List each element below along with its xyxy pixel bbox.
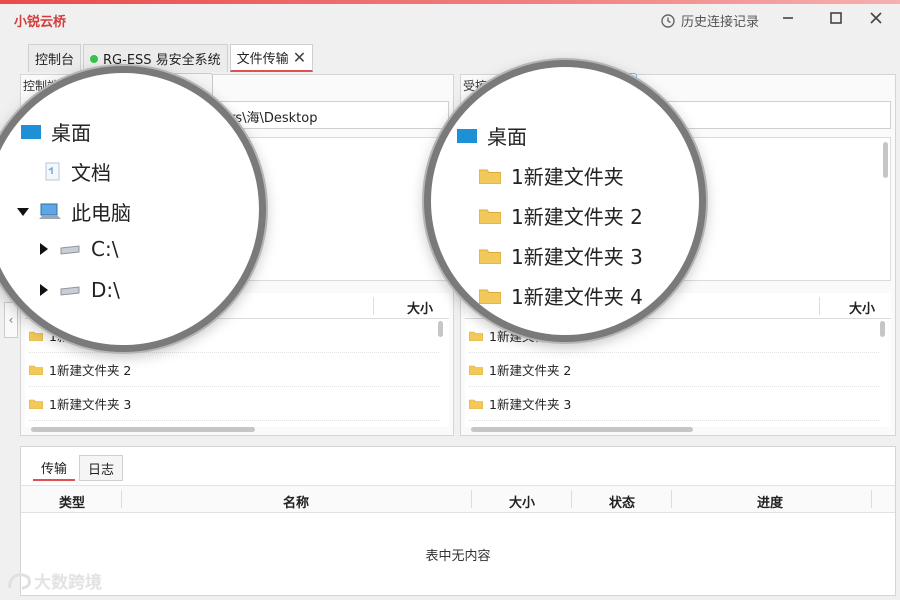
session-tabs: 控制台 RG-ESS 易安全系统 文件传输 ✕ [28,44,315,72]
history-icon [661,13,675,28]
tree-item-desktop[interactable]: 桌面 [457,121,527,150]
tree-item-label: 此电脑 [71,201,131,225]
close-icon [870,12,882,24]
tab-label: 传输 [41,461,68,477]
tab-label: 控制台 [35,53,75,68]
collapsed-triangle-icon [40,243,48,255]
folder-icon [479,289,501,304]
transfer-panel: 传输 日志 类型 名称 大小 状态 进度 表中无内容 [20,446,896,596]
close-button[interactable] [864,6,888,30]
history-label: 历史连接记录 [681,15,760,30]
column-progress[interactable]: 进度 [757,492,783,511]
tree-item-label: D:\ [91,278,120,302]
horizontal-scrollbar[interactable] [31,427,255,432]
column-divider [819,297,820,315]
desktop-icon [457,128,477,143]
tree-item-label: 文档 [71,161,111,185]
column-divider [671,490,672,508]
folder-icon [469,365,483,375]
list-item[interactable]: 1新建文件夹 2 [469,353,879,387]
watermark: 大数跨境 [6,568,102,593]
tab-log[interactable]: 日志 [79,455,124,481]
tab-label: 文件传输 [236,52,289,67]
column-divider [471,490,472,508]
tree-item-folder[interactable]: 1新建文件夹 4 [479,281,643,310]
tab-label: 日志 [88,462,115,478]
minimize-icon [783,17,793,19]
folder-icon [479,209,501,224]
vertical-scrollbar[interactable] [880,321,885,337]
tree-item-label: 桌面 [51,121,91,145]
tree-item-documents[interactable]: 文档 [43,157,111,186]
maximize-icon [830,12,842,24]
column-type[interactable]: 类型 [59,492,85,511]
collapsed-triangle-icon [40,284,48,296]
tree-item-folder[interactable]: 1新建文件夹 3 [479,241,643,270]
tree-item-desktop[interactable]: 桌面 [21,117,91,146]
folder-icon [469,399,483,409]
horizontal-scrollbar[interactable] [471,427,693,432]
folder-icon [29,365,43,375]
column-name[interactable]: 名称 [283,492,309,511]
tree-item-label: C:\ [91,237,119,261]
app-title: 小锐云桥 [14,15,67,30]
empty-table-message: 表中无内容 [425,549,491,564]
file-name: 1新建文件夹 3 [489,397,572,412]
file-name: 1新建文件夹 2 [49,363,132,378]
tree-item-folder[interactable]: 1新建文件夹 [479,161,624,190]
tree-item-label: 1新建文件夹 [511,165,624,189]
tree-item-label: 1新建文件夹 3 [511,245,643,269]
tree-item-folder[interactable]: 1新建文件夹 2 [479,201,643,230]
column-divider [871,490,872,508]
column-divider [373,297,374,315]
chevron-left-icon: ‹ [8,313,14,327]
file-name: 1新建文件夹 3 [49,397,132,412]
tab-transfer[interactable]: 传输 [33,455,76,481]
watermark-logo-icon [8,572,31,589]
expanded-triangle-icon [17,207,29,216]
maximize-button[interactable] [824,6,848,30]
list-item[interactable]: 1新建文件夹 3 [469,387,879,421]
file-name: 1新建文件夹 2 [489,363,572,378]
column-status[interactable]: 状态 [609,492,635,511]
title-bar: 小锐云桥 历史连接记录 [0,4,900,36]
magnifier-remote-tree: 桌面 1新建文件夹 1新建文件夹 2 1新建文件夹 3 1新建文件夹 4 [424,60,706,342]
tree-item-label: 桌面 [487,125,527,149]
collapse-left-button[interactable]: ‹ [4,302,18,338]
column-size[interactable]: 大小 [509,492,535,511]
transfer-table-header: 类型 名称 大小 状态 进度 [21,485,895,513]
history-button[interactable]: 历史连接记录 [660,11,759,30]
watermark-text: 大数跨境 [34,573,102,593]
tree-item-drive-c[interactable]: C:\ [39,237,118,261]
folder-icon [479,249,501,264]
desktop-icon [21,124,41,139]
vertical-scrollbar[interactable] [438,321,443,337]
tree-item-this-pc[interactable]: 此电脑 [17,197,131,226]
tab-console[interactable]: 控制台 [28,44,82,72]
tree-item-label: 1新建文件夹 4 [511,285,643,309]
column-divider [121,490,122,508]
tree-item-drive-d[interactable]: D:\ [39,278,120,302]
tree-item-label: 1新建文件夹 2 [511,205,643,229]
document-icon [45,162,60,180]
tab-file-transfer[interactable]: 文件传输 ✕ [229,44,314,72]
tab-close-icon[interactable]: ✕ [293,48,306,67]
column-size[interactable]: 大小 [407,298,433,317]
column-size[interactable]: 大小 [849,298,875,317]
vertical-scrollbar[interactable] [883,142,888,178]
folder-icon [469,331,483,341]
minimize-button[interactable] [776,6,800,30]
drive-icon [60,245,80,255]
list-item[interactable]: 1新建文件夹 2 [29,353,439,387]
online-status-dot [90,54,99,63]
column-divider [571,490,572,508]
folder-icon [29,399,43,409]
folder-icon [479,169,501,184]
list-item[interactable]: 1新建文件夹 3 [29,387,439,421]
computer-icon [39,203,61,219]
drive-icon [60,286,80,296]
folder-icon [29,331,43,341]
